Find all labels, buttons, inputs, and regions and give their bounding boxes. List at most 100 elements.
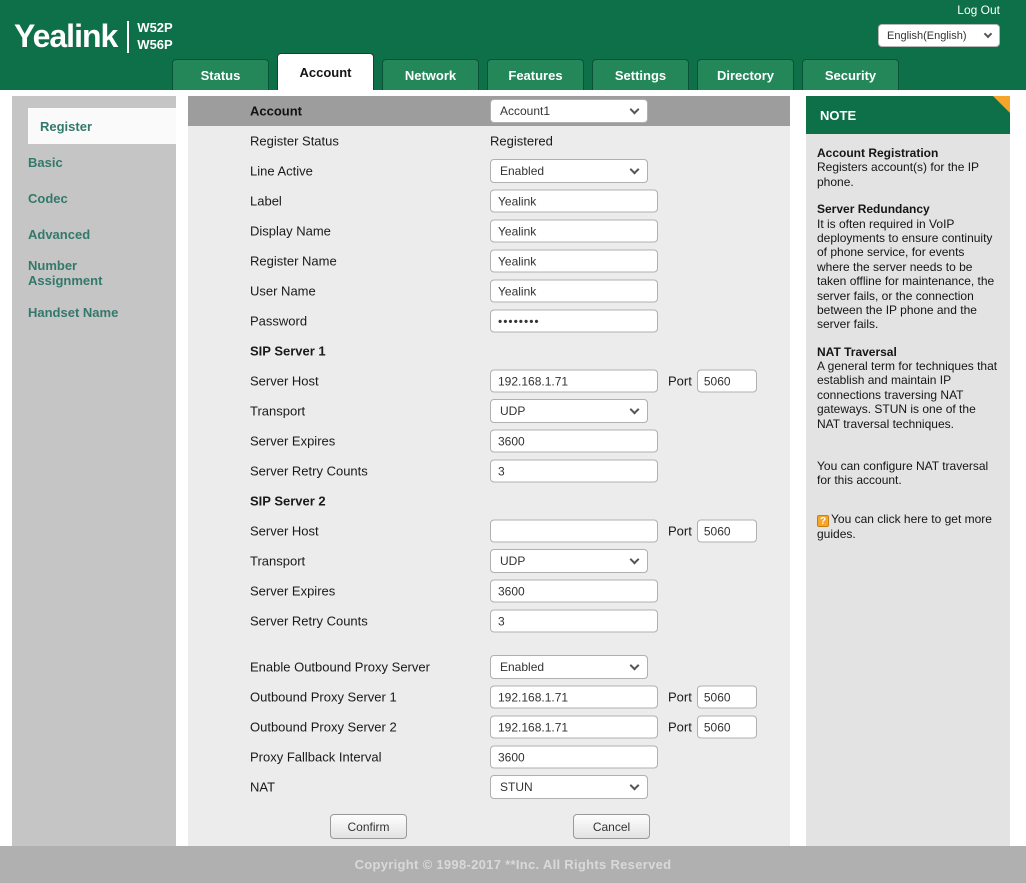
sip1-server-host-input[interactable] <box>490 370 658 393</box>
tab-account[interactable]: Account <box>277 53 374 90</box>
guides-text: You can click here to get more guides. <box>817 512 992 541</box>
port-label: Port <box>668 720 692 735</box>
select-value: UDP <box>500 554 525 568</box>
outbound-proxy2-input[interactable] <box>490 716 658 739</box>
account-header-bar: Account Account1 <box>188 96 790 126</box>
row-spacer <box>188 636 790 652</box>
sidebar-item-number-assignment[interactable]: Number Assignment <box>12 252 176 294</box>
field-label: Proxy Fallback Interval <box>250 750 382 765</box>
sip2-transport-select[interactable]: UDP <box>490 549 648 573</box>
row-sip2-server-retry: Server Retry Counts <box>188 606 790 636</box>
section-sip-server-1: SIP Server 1 <box>188 336 790 366</box>
field-label: NAT <box>250 780 275 795</box>
row-sip1-server-expires: Server Expires <box>188 426 790 456</box>
note-section-text: Registers account(s) for the IP phone. <box>817 160 979 188</box>
field-label: Label <box>250 194 282 209</box>
chevron-down-icon <box>984 29 992 37</box>
section-sip-server-2: SIP Server 2 <box>188 486 790 516</box>
note-header: NOTE <box>806 96 1010 134</box>
sip1-transport-select[interactable]: UDP <box>490 399 648 423</box>
user-name-input[interactable] <box>490 280 658 303</box>
note-guides-link[interactable]: ?You can click here to get more guides. <box>817 512 999 541</box>
line-active-select[interactable]: Enabled <box>490 159 648 183</box>
field-label: Transport <box>250 404 305 419</box>
row-nat: NAT STUN <box>188 772 790 802</box>
row-outbound-proxy-1: Outbound Proxy Server 1 Port <box>188 682 790 712</box>
port-label: Port <box>668 374 692 389</box>
select-value: Enabled <box>500 164 544 178</box>
tab-features[interactable]: Features <box>487 59 584 90</box>
account-select[interactable]: Account1 <box>490 99 648 123</box>
sidebar: Register Basic Codec Advanced Number Ass… <box>12 96 176 846</box>
row-label: Label <box>188 186 790 216</box>
row-display-name: Display Name <box>188 216 790 246</box>
register-status-value: Registered <box>490 134 553 149</box>
outbound-proxy1-input[interactable] <box>490 686 658 709</box>
row-sip1-server-host: Server Host Port <box>188 366 790 396</box>
note-extra-text: You can configure NAT traversal for this… <box>817 459 999 488</box>
field-label: Register Status <box>250 134 339 149</box>
label-input[interactable] <box>490 190 658 213</box>
row-sip2-server-expires: Server Expires <box>188 576 790 606</box>
tab-status[interactable]: Status <box>172 59 269 90</box>
section-label: SIP Server 2 <box>250 494 326 509</box>
tab-security[interactable]: Security <box>802 59 899 90</box>
note-section-title: Server Redundancy <box>817 202 999 216</box>
sip2-port-input[interactable] <box>697 520 757 543</box>
form-buttons: Confirm Cancel <box>188 814 790 844</box>
password-input[interactable] <box>490 310 658 333</box>
note-section-title: Account Registration <box>817 146 999 160</box>
sidebar-item-register[interactable]: Register <box>28 108 176 144</box>
row-password: Password <box>188 306 790 336</box>
row-sip2-server-host: Server Host Port <box>188 516 790 546</box>
language-select[interactable]: English(English) <box>878 24 1000 47</box>
field-label: Transport <box>250 554 305 569</box>
nat-select[interactable]: STUN <box>490 775 648 799</box>
logo-divider <box>127 21 129 53</box>
tab-directory[interactable]: Directory <box>697 59 794 90</box>
tab-network[interactable]: Network <box>382 59 479 90</box>
sip1-server-expires-input[interactable] <box>490 430 658 453</box>
register-name-input[interactable] <box>490 250 658 273</box>
field-label: Server Retry Counts <box>250 464 368 479</box>
outbound-proxy-enable-select[interactable]: Enabled <box>490 655 648 679</box>
sidebar-item-advanced[interactable]: Advanced <box>12 216 176 252</box>
logout-link[interactable]: Log Out <box>957 3 1000 17</box>
model-w56p: W56P <box>137 37 172 53</box>
corner-fold-icon <box>993 96 1010 113</box>
language-select-value: English(English) <box>887 30 966 42</box>
note-body: Account Registration Registers account(s… <box>806 134 1010 846</box>
sidebar-item-codec[interactable]: Codec <box>12 180 176 216</box>
note-panel: NOTE Account Registration Registers acco… <box>806 96 1010 846</box>
select-value: STUN <box>500 780 533 794</box>
sip1-server-retry-input[interactable] <box>490 460 658 483</box>
note-section-nat-traversal: NAT Traversal A general term for techniq… <box>817 345 999 431</box>
sip2-server-expires-input[interactable] <box>490 580 658 603</box>
field-label: Server Retry Counts <box>250 614 368 629</box>
brand-name: Yealink <box>14 18 117 55</box>
port-group: Port <box>668 686 757 709</box>
tab-settings[interactable]: Settings <box>592 59 689 90</box>
header-bar: Log Out English(English) Yealink W52P W5… <box>0 0 1026 90</box>
sidebar-item-handset-name[interactable]: Handset Name <box>12 294 176 330</box>
outbound-proxy1-port-input[interactable] <box>697 686 757 709</box>
field-label: Outbound Proxy Server 1 <box>250 690 397 705</box>
brand-logo: Yealink W52P W56P <box>14 18 173 55</box>
sip2-server-retry-input[interactable] <box>490 610 658 633</box>
port-label: Port <box>668 690 692 705</box>
port-group: Port <box>668 520 757 543</box>
display-name-input[interactable] <box>490 220 658 243</box>
note-section-account-registration: Account Registration Registers account(s… <box>817 146 999 189</box>
outbound-proxy2-port-input[interactable] <box>697 716 757 739</box>
cancel-button[interactable]: Cancel <box>573 814 650 839</box>
sip2-server-host-input[interactable] <box>490 520 658 543</box>
proxy-fallback-interval-input[interactable] <box>490 746 658 769</box>
field-label: Register Name <box>250 254 337 269</box>
sip1-port-input[interactable] <box>697 370 757 393</box>
sidebar-item-basic[interactable]: Basic <box>12 144 176 180</box>
model-w52p: W52P <box>137 20 172 36</box>
row-sip1-transport: Transport UDP <box>188 396 790 426</box>
select-value: UDP <box>500 404 525 418</box>
chevron-down-icon <box>630 660 640 670</box>
confirm-button[interactable]: Confirm <box>330 814 407 839</box>
